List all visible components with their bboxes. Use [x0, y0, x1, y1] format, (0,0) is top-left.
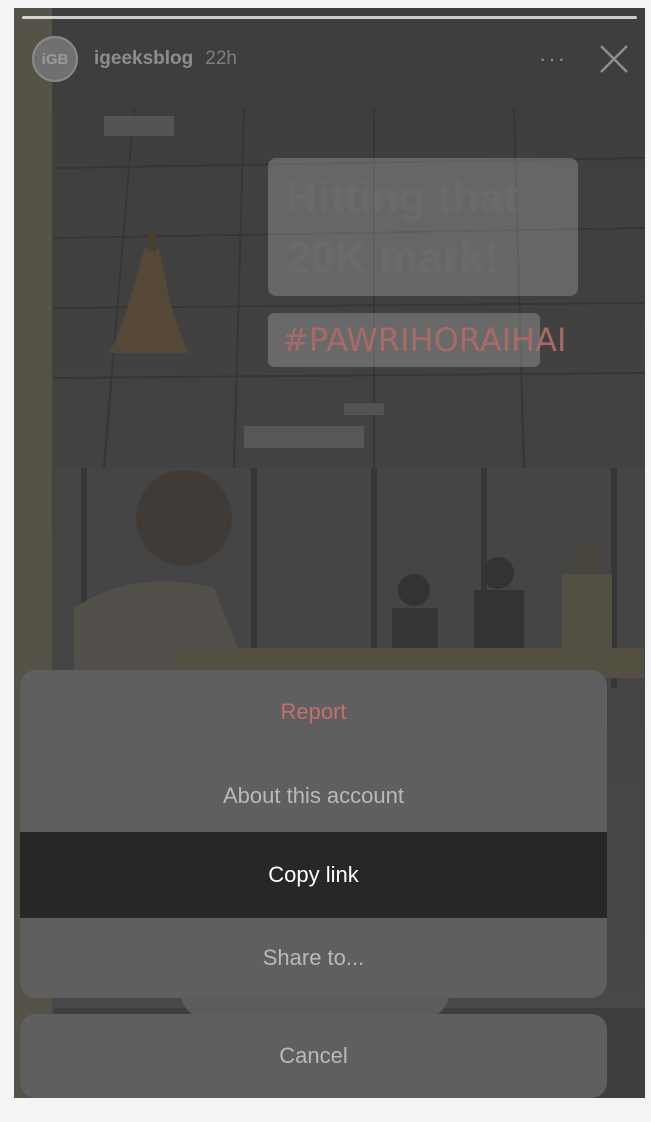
post-time: 22h	[205, 48, 237, 69]
action-sheet: Report About this account Copy link Shar…	[20, 670, 607, 998]
hashtag-sticker[interactable]: #PAWRIHORAIHAI	[268, 313, 566, 367]
sticker-line-2: 20K mark!	[286, 233, 499, 282]
avatar[interactable]: iGB	[32, 36, 78, 82]
story-header: iGB igeeksblog 22h ···	[32, 36, 631, 82]
close-icon[interactable]	[597, 42, 631, 76]
cancel-button[interactable]: Cancel	[20, 1014, 607, 1098]
text-sticker: Hitting that 20K mark!	[268, 158, 578, 296]
more-dots-icon[interactable]: ···	[539, 46, 567, 72]
story-progress-bar	[22, 16, 637, 19]
copy-link-button[interactable]: Copy link	[20, 832, 607, 918]
share-to-button[interactable]: Share to...	[20, 918, 607, 998]
about-account-button[interactable]: About this account	[20, 754, 607, 838]
story-progress-fill	[22, 16, 637, 19]
username[interactable]: igeeksblog	[94, 48, 193, 70]
report-button[interactable]: Report	[20, 670, 607, 754]
sticker-line-1: Hitting that	[286, 173, 519, 222]
